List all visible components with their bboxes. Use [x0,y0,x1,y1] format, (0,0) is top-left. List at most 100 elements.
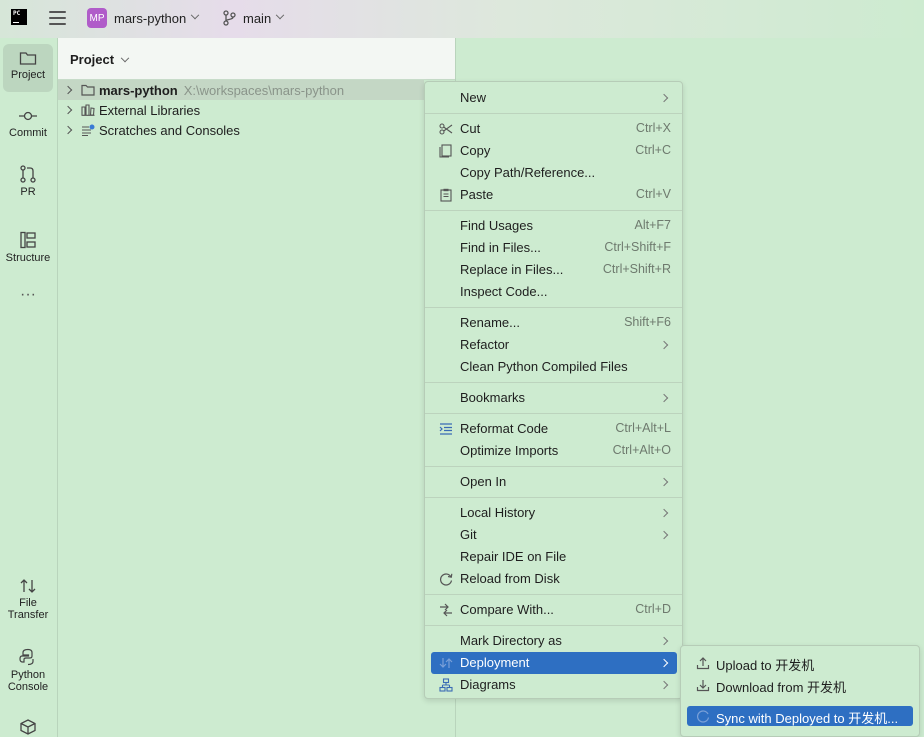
menu-item-find-in-files[interactable]: Find in Files... Ctrl+Shift+F [431,237,677,259]
menu-separator [425,594,682,595]
menu-item-shortcut: Ctrl+D [635,602,671,616]
tree-item-mars-python[interactable]: mars-python X:\workspaces\mars-python [58,80,424,100]
menu-item-label: Copy [460,143,491,158]
tool-label: Transfer [7,609,49,621]
submenu-item-upload[interactable]: Upload to 开发机 [687,653,913,673]
main-menu-icon[interactable] [49,11,66,25]
menu-item-clean-python[interactable]: Clean Python Compiled Files [431,356,677,378]
project-panel: Project mars-python X:\workspaces\mars-p… [58,38,456,737]
branch-switcher[interactable]: main [222,10,285,26]
expand-arrow-icon[interactable] [63,125,73,135]
menu-separator [425,382,682,383]
menu-item-label: Compare With... [460,602,554,617]
menu-separator [425,113,682,114]
pull-request-icon [20,165,36,183]
menu-item-shortcut: Ctrl+V [635,187,671,201]
menu-item-shortcut: Ctrl+Alt+O [612,443,671,457]
reload-icon [440,573,453,586]
menu-item-find-usages[interactable]: Find Usages Alt+F7 [431,215,677,237]
diagrams-icon [439,678,453,692]
tool-services[interactable] [3,718,53,737]
scissors-icon [439,123,453,135]
menu-item-inspect-code[interactable]: Inspect Code... [431,281,677,303]
expand-arrow-icon[interactable] [63,85,73,95]
tool-label: Console [7,681,49,693]
menu-item-compare-with[interactable]: Compare With... Ctrl+D [431,599,677,621]
submenu-arrow-icon [659,658,669,668]
menu-item-label: Mark Directory as [460,633,562,648]
menu-item-label: Find in Files... [460,240,541,255]
submenu-arrow-icon [659,530,669,540]
menu-item-deployment[interactable]: Deployment [431,652,677,674]
menu-item-label: Local History [460,505,536,520]
reformat-icon [439,423,452,435]
file-transfer-icon [20,579,36,593]
tree-item-scratches[interactable]: Scratches and Consoles [58,120,424,140]
menu-item-label: Inspect Code... [460,284,548,299]
menu-item-copy[interactable]: Copy Ctrl+C [431,140,677,162]
menu-item-label: Repair IDE on File [460,549,567,564]
menu-item-label: Find Usages [460,218,533,233]
menu-item-repair-ide[interactable]: Repair IDE on File [431,546,677,568]
tree-item-label: mars-python [99,82,178,98]
submenu-arrow-icon [659,477,669,487]
tool-python-console[interactable]: Python Console [3,648,53,698]
menu-item-diagrams[interactable]: Diagrams [431,674,677,696]
menu-item-git[interactable]: Git [431,524,677,546]
tool-label: Commit [9,127,47,139]
commit-icon [19,111,37,121]
menu-separator [425,466,682,467]
menu-item-copy-path[interactable]: Copy Path/Reference... [431,162,677,184]
menu-item-refactor[interactable]: Refactor [431,334,677,356]
menu-item-new[interactable]: New [431,87,677,109]
app-logo-text: PC [13,10,21,17]
tool-pr[interactable]: PR [3,165,53,203]
menu-item-rename[interactable]: Rename... Shift+F6 [431,312,677,334]
tool-file-transfer[interactable]: File Transfer [3,578,53,626]
submenu-item-sync[interactable]: Sync with Deployed to 开发机... [687,706,913,726]
more-icon[interactable]: ··· [3,287,53,306]
menu-item-open-in[interactable]: Open In [431,471,677,493]
sync-icon [697,710,710,723]
menu-item-paste[interactable]: Paste Ctrl+V [431,184,677,206]
tool-structure[interactable]: Structure [3,231,53,269]
tool-label: Project [10,69,46,81]
menu-item-label: Clean Python Compiled Files [460,359,628,374]
project-view-selector[interactable]: Project [70,52,130,67]
deployment-submenu: Upload to 开发机 Download from 开发机 Sync wit… [680,645,920,737]
compare-icon [440,603,452,617]
submenu-arrow-icon [659,93,669,103]
menu-item-label: Git [460,527,477,542]
tool-project[interactable]: Project [3,44,53,92]
copy-icon [439,144,452,158]
menu-item-bookmarks[interactable]: Bookmarks [431,387,677,409]
menu-item-optimize-imports[interactable]: Optimize Imports Ctrl+Alt+O [431,440,677,462]
tool-commit[interactable]: Commit [3,108,53,146]
menu-separator [425,413,682,414]
submenu-item-download[interactable]: Download from 开发机 [687,675,913,695]
chevron-down-icon [191,10,200,20]
menu-item-label: Reformat Code [460,421,549,436]
project-badge: MP [87,8,107,28]
menu-item-label: Open In [460,474,507,489]
submenu-item-label: Sync with Deployed to 开发机... [716,711,899,726]
project-name: mars-python [114,10,187,26]
tree-item-path: X:\workspaces\mars-python [183,82,345,98]
expand-arrow-icon[interactable] [63,105,73,115]
tree-item-label: External Libraries [99,102,201,118]
menu-item-local-history[interactable]: Local History [431,502,677,524]
menu-item-shortcut: Shift+F6 [624,315,671,329]
menu-item-mark-directory[interactable]: Mark Directory as [431,630,677,652]
tree-item-external-libraries[interactable]: External Libraries [58,100,424,120]
menu-item-cut[interactable]: Cut Ctrl+X [431,118,677,140]
menu-item-reformat[interactable]: Reformat Code Ctrl+Alt+L [431,418,677,440]
chevron-down-icon [275,10,285,20]
menu-separator [425,625,682,626]
branch-name: main [243,10,272,26]
menu-item-label: Deployment [460,655,530,670]
project-switcher[interactable]: MP mars-python [87,8,200,28]
app-logo-icon[interactable]: PC [11,9,27,25]
menu-item-replace-in-files[interactable]: Replace in Files... Ctrl+Shift+R [431,259,677,281]
menu-item-label: Refactor [460,337,510,352]
menu-item-reload[interactable]: Reload from Disk [431,568,677,590]
